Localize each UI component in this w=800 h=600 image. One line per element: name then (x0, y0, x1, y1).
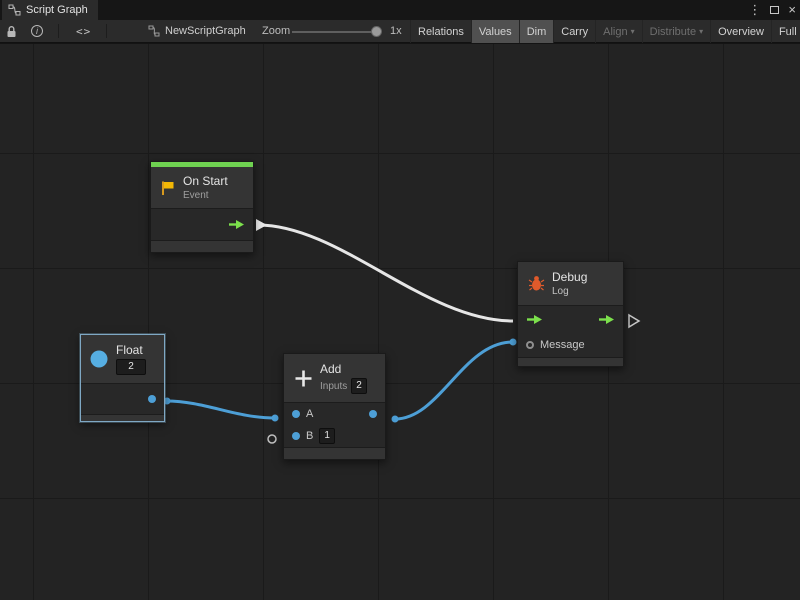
node-title: On Start (183, 174, 228, 188)
overview-label: Overview (718, 26, 764, 38)
port-b-label: B (306, 430, 313, 442)
toolbar-buttons: Relations Values Dim Carry Align ▾ Distr… (410, 20, 800, 43)
align-label: Align (603, 26, 627, 38)
close-icon[interactable]: × (788, 0, 796, 20)
lock-icon[interactable] (6, 20, 17, 42)
graph-toolbar: i <> NewScriptGraph Zoom 1x Relations Va… (0, 20, 800, 43)
node-footer (518, 358, 623, 366)
inputs-label: Inputs (320, 381, 347, 392)
float-value-icon (89, 349, 109, 369)
message-port-label: Message (540, 339, 585, 351)
graph-name: NewScriptGraph (165, 20, 246, 42)
zoom-slider-knob[interactable] (371, 26, 382, 37)
maximize-icon[interactable] (770, 6, 779, 14)
add-a-edge-port[interactable] (272, 415, 279, 422)
node-on-start[interactable]: On Start Event (150, 161, 254, 253)
relations-label: Relations (418, 26, 464, 38)
zoom-value: 1x (390, 20, 402, 42)
window-buttons: ⋮ × (748, 0, 796, 20)
zoom-slider-track[interactable] (292, 31, 380, 33)
add-input-a-port[interactable] (292, 410, 300, 418)
tab-strip: Script Graph ⋮ × (0, 0, 800, 20)
wire-onstart-to-log[interactable] (258, 225, 513, 321)
values-button[interactable]: Values (471, 20, 519, 43)
node-float[interactable]: Float 2 (80, 334, 165, 422)
port-b-value-input[interactable]: 1 (319, 428, 335, 444)
fullscreen-label: Full Screen (779, 26, 800, 38)
node-footer (81, 415, 164, 421)
distribute-button[interactable]: Distribute ▾ (642, 20, 710, 43)
script-graph-window: Script Graph ⋮ × i <> NewScri (0, 0, 800, 600)
node-footer (284, 448, 385, 459)
inputs-count-input[interactable]: 2 (351, 378, 367, 394)
control-input-port-icon[interactable] (526, 314, 543, 325)
node-title: Add (320, 362, 367, 376)
align-button[interactable]: Align ▾ (595, 20, 641, 43)
control-output-port-icon[interactable] (598, 314, 615, 325)
add-b-unconnected-port[interactable] (268, 435, 276, 443)
node-title: Debug (552, 270, 587, 284)
overview-button[interactable]: Overview (710, 20, 771, 43)
node-title: Float (116, 343, 146, 357)
node-add[interactable]: Add Inputs 2 A B 1 (283, 353, 386, 460)
add-output-port[interactable] (369, 410, 377, 418)
toolbar-divider (58, 24, 59, 38)
tab-script-graph[interactable]: Script Graph (2, 0, 98, 20)
node-subtitle: Event (183, 190, 228, 201)
script-graph-icon (8, 4, 21, 16)
float-value-input[interactable]: 2 (116, 359, 146, 375)
bug-icon (528, 275, 545, 292)
zoom-label: Zoom (262, 20, 290, 42)
onstart-output-port-arrow[interactable] (256, 219, 267, 231)
dim-label: Dim (527, 26, 547, 38)
plus-icon (294, 369, 313, 388)
message-input-port[interactable] (526, 341, 534, 349)
toolbar-divider (106, 24, 107, 38)
wire-float-to-add-a[interactable] (166, 401, 275, 418)
fullscreen-button[interactable]: Full Screen (771, 20, 800, 43)
wire-add-to-log-message[interactable] (395, 342, 513, 419)
add-output-edge-port[interactable] (392, 416, 399, 423)
info-icon[interactable]: i (31, 20, 43, 42)
carry-label: Carry (561, 26, 588, 38)
add-input-b-port[interactable] (292, 432, 300, 440)
relations-button[interactable]: Relations (410, 20, 471, 43)
distribute-label: Distribute (650, 26, 696, 38)
node-footer (151, 241, 253, 252)
menu-kebab-icon[interactable]: ⋮ (748, 0, 761, 20)
port-a-label: A (306, 408, 313, 420)
chevron-down-icon: ▾ (631, 27, 635, 36)
chevron-down-icon: ▾ (699, 27, 703, 36)
log-message-edge-port[interactable] (510, 339, 517, 346)
graph-canvas[interactable]: On Start Event (0, 44, 800, 600)
code-edit-icon[interactable]: <> (76, 20, 91, 42)
carry-button[interactable]: Carry (553, 20, 595, 43)
control-output-port-icon[interactable] (228, 219, 245, 230)
node-debug-log[interactable]: Debug Log Me (517, 261, 624, 367)
node-subtitle: Log (552, 286, 587, 297)
float-output-port[interactable] (148, 395, 156, 403)
log-output-unconnected-port[interactable] (629, 315, 639, 327)
values-label: Values (479, 26, 512, 38)
tab-label: Script Graph (26, 4, 88, 16)
dim-button[interactable]: Dim (519, 20, 554, 43)
flag-icon (160, 180, 176, 196)
wires-layer (0, 44, 800, 600)
graph-asset-icon (148, 20, 160, 42)
